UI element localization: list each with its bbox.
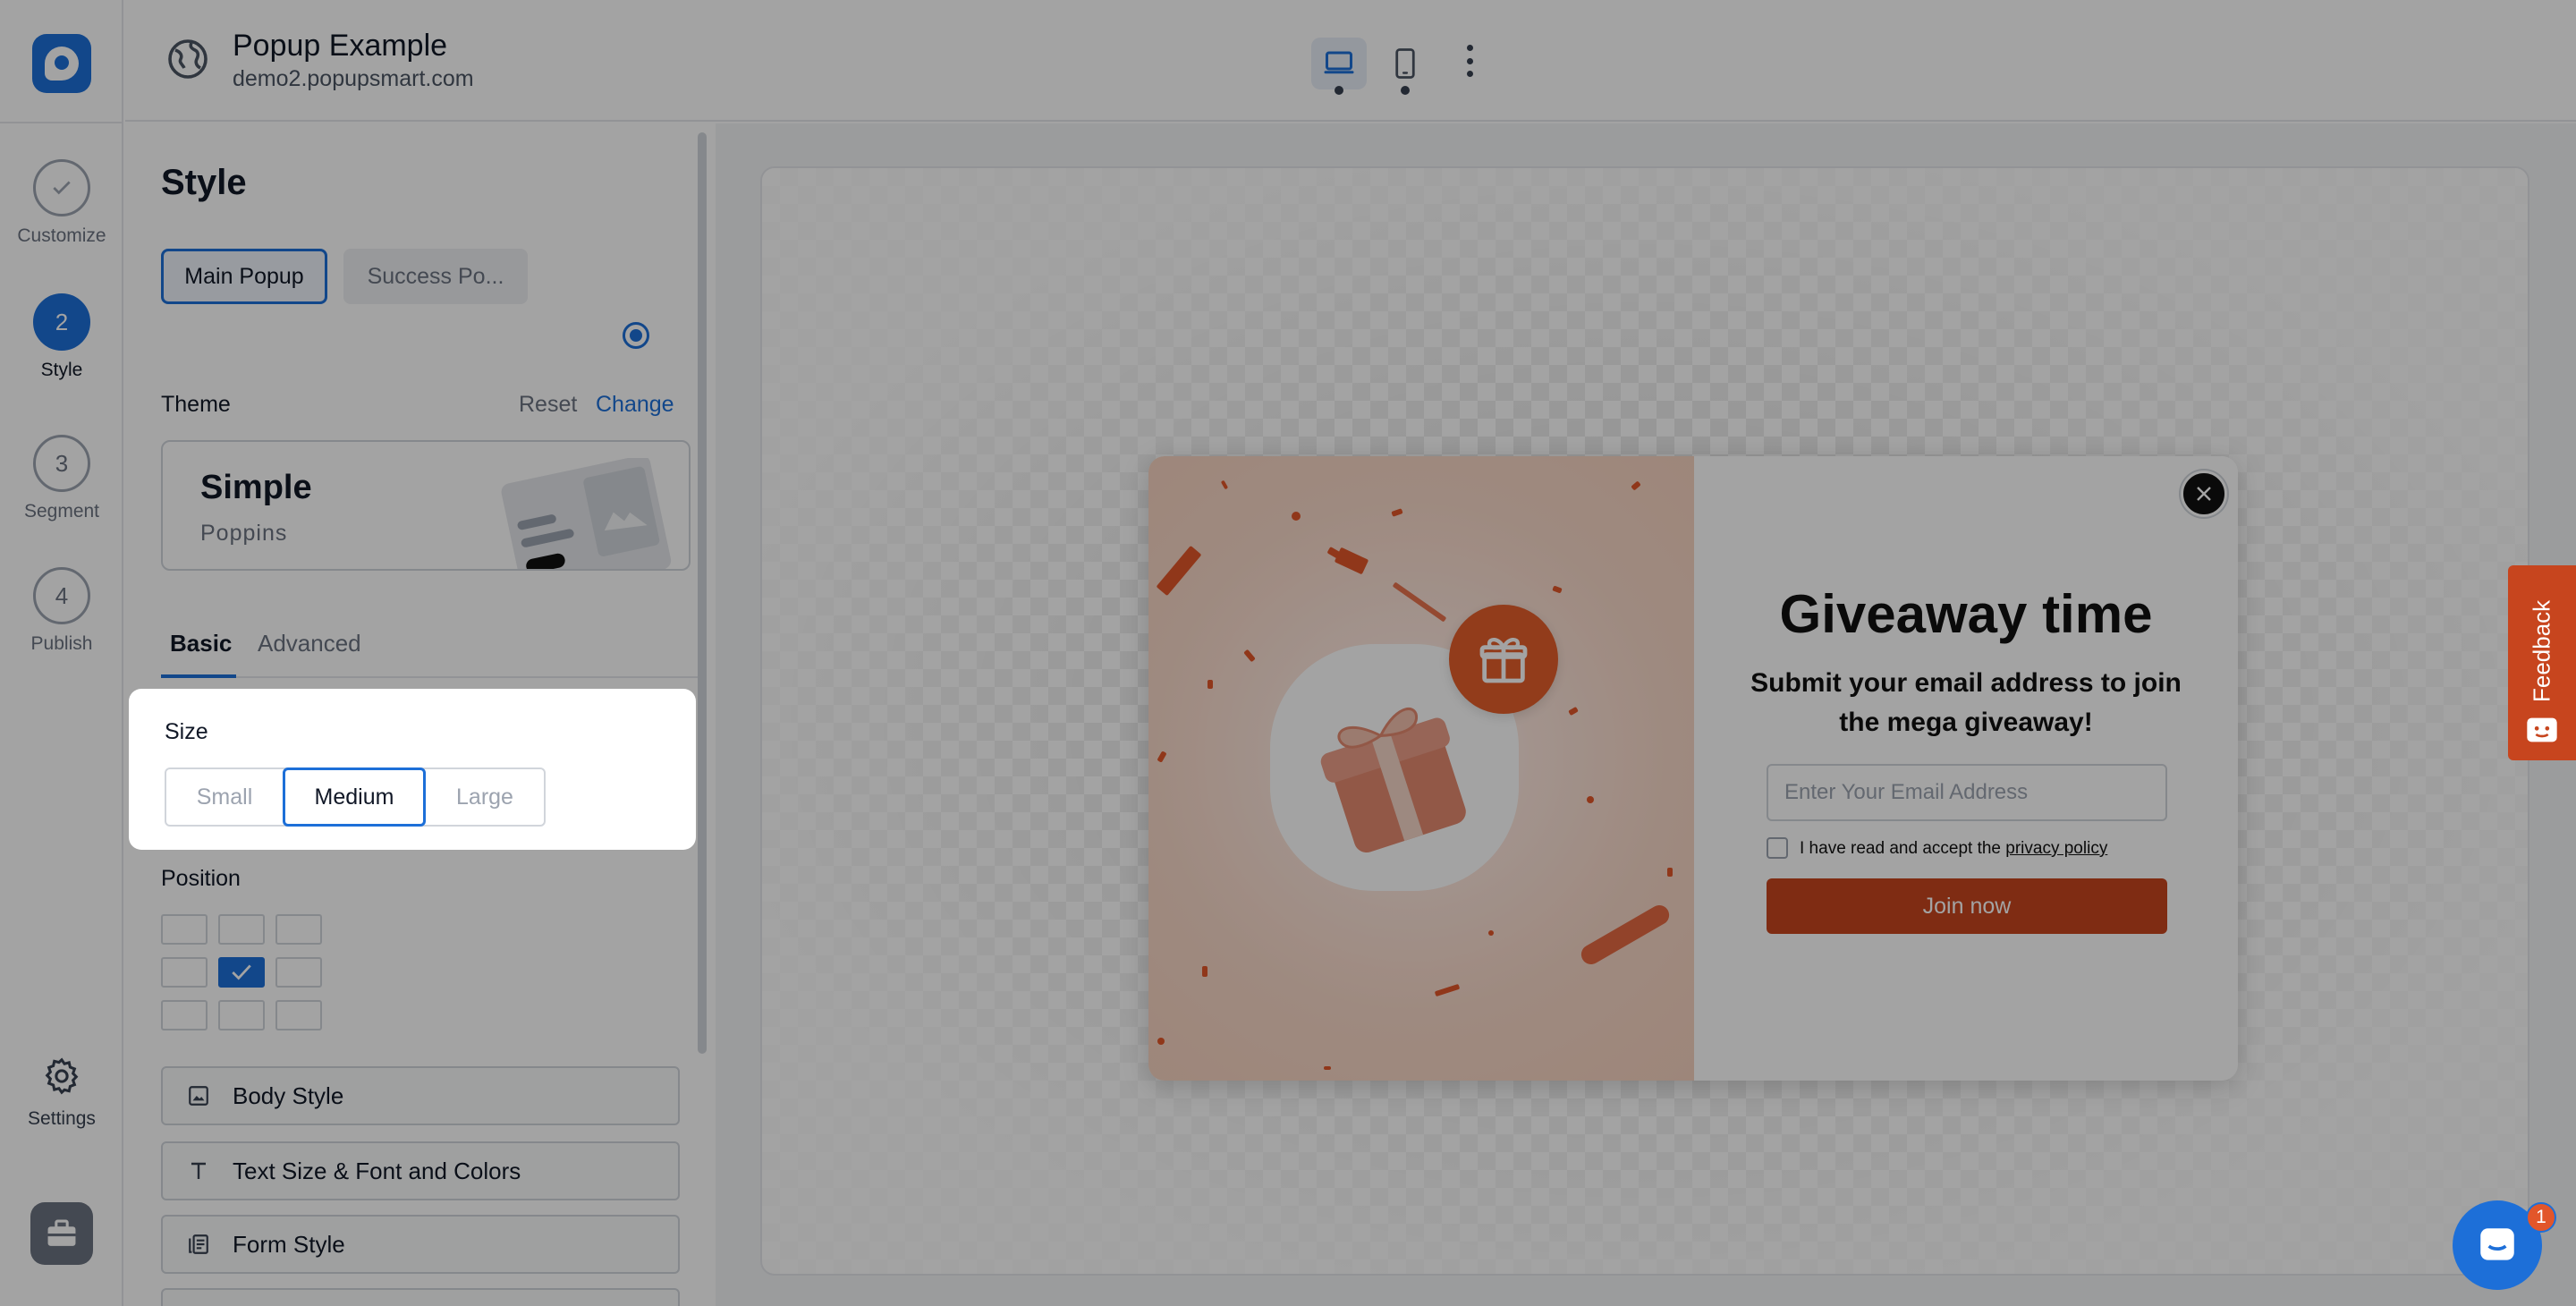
position-bottom-center[interactable] [218, 1000, 265, 1030]
settings-label: Settings [28, 1108, 96, 1129]
tab-main-popup[interactable]: Main Popup [161, 249, 327, 304]
check-icon [33, 159, 90, 216]
feedback-face-icon [2527, 717, 2557, 742]
section-form-style[interactable]: Form Style [161, 1215, 680, 1274]
popup-consent-checkbox[interactable] [1767, 837, 1788, 859]
size-large[interactable]: Large [426, 769, 544, 825]
gift-illustration-icon [1320, 708, 1466, 853]
tab-success-popup[interactable]: Success Po... [343, 249, 528, 304]
chat-notification-badge: 1 [2526, 1202, 2556, 1233]
size-selector: Small Medium Large [165, 767, 546, 827]
settings-button[interactable]: Settings [0, 1056, 123, 1130]
position-middle-left[interactable] [161, 957, 208, 988]
more-options-icon[interactable] [1463, 45, 1476, 77]
popup-image-area [1148, 456, 1694, 1081]
briefcase-icon [47, 1219, 76, 1246]
gear-icon [45, 1057, 79, 1095]
popup-close-button[interactable] [2181, 471, 2227, 517]
size-medium[interactable]: Medium [283, 767, 426, 827]
subtab-basic[interactable]: Basic [170, 630, 232, 657]
section-text-size-font-colors[interactable]: Text Size & Font and Colors [161, 1141, 680, 1200]
subtab-advanced[interactable]: Advanced [258, 630, 361, 657]
step-number: 3 [33, 435, 90, 492]
theme-change-link[interactable]: Change [596, 392, 674, 418]
image-icon [186, 1083, 211, 1108]
position-grid [161, 914, 322, 1030]
popupsmart-logo[interactable] [32, 34, 91, 93]
site-url: demo2.popupsmart.com [233, 66, 474, 91]
popup-consent-text: I have read and accept the privacy polic… [1800, 839, 2108, 858]
theme-name: Simple [200, 469, 312, 506]
position-label: Position [161, 866, 241, 891]
popup-email-input[interactable] [1767, 764, 2167, 821]
radio-indicator[interactable] [623, 322, 649, 349]
step-publish[interactable]: 4 Publish [0, 567, 123, 655]
size-card: Size Small Medium Large [129, 689, 696, 850]
theme-reset-link[interactable]: Reset [519, 392, 577, 418]
briefcase-button[interactable] [30, 1202, 93, 1265]
close-icon [2197, 487, 2211, 501]
left-rail: Customize 2 Style 3 Segment 4 Publish Se… [0, 0, 123, 1306]
preview-canvas: Giveaway time Submit your email address … [716, 123, 2576, 1306]
theme-thumbnail-icon [501, 458, 672, 569]
popup-title: Giveaway time [1779, 584, 2153, 644]
position-center[interactable] [218, 957, 265, 988]
size-label: Size [165, 719, 208, 744]
laptop-icon [1324, 51, 1354, 74]
phone-icon [1395, 48, 1415, 79]
form-icon [186, 1232, 211, 1257]
step-label: Segment [23, 501, 100, 522]
popup-preview[interactable]: Giveaway time Submit your email address … [1148, 456, 2238, 1081]
globe-icon [168, 39, 208, 79]
position-top-left[interactable] [161, 914, 208, 945]
theme-font: Poppins [200, 521, 288, 546]
site-title: Popup Example [233, 29, 448, 63]
step-label: Style [40, 360, 83, 380]
step-number: 4 [33, 567, 90, 624]
step-style[interactable]: 2 Style [0, 293, 123, 381]
mobile-view-button[interactable] [1377, 38, 1433, 89]
section-more[interactable] [161, 1288, 680, 1306]
position-top-center[interactable] [218, 914, 265, 945]
position-middle-right[interactable] [275, 957, 322, 988]
size-small[interactable]: Small [166, 769, 283, 825]
step-label: Customize [17, 225, 106, 246]
check-icon [232, 964, 251, 980]
gift-icon [1479, 638, 1528, 683]
position-bottom-right[interactable] [275, 1000, 322, 1030]
section-label: Text Size & Font and Colors [233, 1157, 521, 1184]
step-customize[interactable]: Customize [0, 159, 123, 247]
position-top-right[interactable] [275, 914, 322, 945]
theme-label: Theme [161, 392, 231, 417]
popup-subtitle: Submit your email address to join the me… [1750, 668, 2182, 737]
position-bottom-left[interactable] [161, 1000, 208, 1030]
privacy-policy-link[interactable]: privacy policy [2005, 839, 2107, 858]
section-label: Body Style [233, 1081, 344, 1109]
theme-card[interactable]: Simple Poppins [161, 440, 691, 571]
section-label: Form Style [233, 1230, 345, 1258]
text-icon [186, 1158, 211, 1183]
panel-title: Style [161, 163, 247, 202]
popup-join-button[interactable]: Join now [1767, 878, 2167, 934]
chat-icon [2480, 1228, 2514, 1260]
desktop-view-button[interactable] [1311, 38, 1367, 89]
step-segment[interactable]: 3 Segment [0, 435, 123, 522]
gift-badge [1449, 605, 1558, 714]
popup-content-area: Giveaway time Submit your email address … [1694, 456, 2238, 1081]
preview-stage: Giveaway time Submit your email address … [760, 166, 2529, 1276]
top-bar: Popup Example demo2.popupsmart.com [125, 0, 2576, 122]
panel-scrollbar[interactable] [698, 132, 707, 1054]
step-number: 2 [33, 293, 90, 351]
feedback-label: Feedback [2528, 599, 2555, 703]
section-body-style[interactable]: Body Style [161, 1066, 680, 1125]
feedback-tab[interactable]: Feedback [2508, 565, 2576, 760]
step-label: Publish [30, 633, 93, 654]
